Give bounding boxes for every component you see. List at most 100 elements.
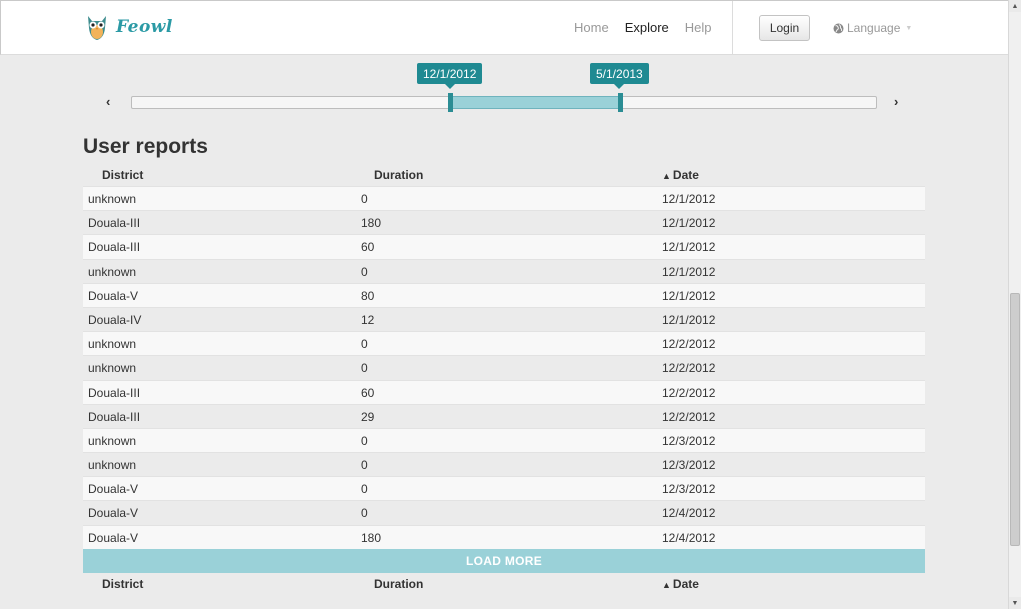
cell-duration: 0 xyxy=(361,192,368,206)
scroll-up-icon[interactable]: ▲ xyxy=(1009,0,1021,12)
cell-district: Douala-V xyxy=(88,530,139,545)
cell-date: 12/1/2012 xyxy=(662,192,716,206)
cell-date: 12/1/2012 xyxy=(662,264,716,279)
cell-district: unknown xyxy=(88,433,137,448)
cell-date: 12/3/2012 xyxy=(662,433,716,448)
cell-date: 12/2/2012 xyxy=(662,409,716,424)
cell-date: 12/4/2012 xyxy=(662,506,716,521)
nav-divider xyxy=(732,1,733,55)
table-header: District Duration ▲ Date xyxy=(83,164,925,186)
caret-down-icon: ▼ xyxy=(905,24,913,32)
nav-home[interactable]: Home xyxy=(574,20,609,35)
cell-district: unknown xyxy=(88,458,137,473)
scroll-down-icon[interactable]: ▼ xyxy=(1009,597,1021,609)
table-row: unknown 0 12/1/2012 xyxy=(83,258,925,283)
slider-end-handle[interactable] xyxy=(618,93,623,112)
cell-duration: 0 xyxy=(361,482,368,497)
cell-duration: 12 xyxy=(361,312,375,327)
nav-help[interactable]: Help xyxy=(685,20,712,35)
main-nav: Home Explore Help xyxy=(574,20,712,35)
cell-date: 12/2/2012 xyxy=(662,361,716,376)
login-button[interactable]: Login xyxy=(759,15,810,41)
reports-table: District Duration ▲ Date unknown 0 12/1/201… xyxy=(83,164,925,595)
cell-duration: 80 xyxy=(361,288,375,303)
cell-district: unknown xyxy=(88,264,137,279)
slider-start-handle[interactable] xyxy=(448,93,453,112)
scrollbar-thumb[interactable] xyxy=(1010,293,1020,546)
cell-duration: 60 xyxy=(361,385,375,400)
cell-duration: 0 xyxy=(361,337,368,352)
cell-district: Douala-III xyxy=(88,216,141,231)
page-title: User reports xyxy=(83,135,208,158)
cell-district: unknown xyxy=(88,361,137,376)
cell-duration: 180 xyxy=(361,530,382,545)
table-row: Douala-III 29 12/2/2012 xyxy=(83,403,925,428)
cell-district: Douala-IV xyxy=(88,312,142,327)
cell-district: unknown xyxy=(88,337,137,352)
sort-up-icon: ▲ xyxy=(662,579,671,590)
cell-duration: 0 xyxy=(361,264,368,279)
end-date-tooltip: 5/1/2013 xyxy=(590,63,649,89)
cell-duration: 29 xyxy=(361,409,375,424)
column-date[interactable]: ▲ Date xyxy=(662,168,699,182)
table-row: Douala-III 60 12/1/2012 xyxy=(83,234,925,259)
table-row: Douala-III 180 12/1/2012 xyxy=(83,210,925,235)
selected-range[interactable] xyxy=(451,96,621,109)
language-dropdown[interactable]: Language ▼ xyxy=(833,21,912,35)
cell-district: Douala-V xyxy=(88,482,139,497)
column-district[interactable]: District xyxy=(102,168,143,182)
table-row: Douala-III 60 12/2/2012 xyxy=(83,379,925,404)
cell-date: 12/3/2012 xyxy=(662,482,716,497)
cell-district: Douala-V xyxy=(88,288,139,303)
table-footer: District Duration ▲ Date xyxy=(83,573,925,595)
table-row: unknown 0 12/3/2012 xyxy=(83,427,925,453)
table-row: unknown 0 12/3/2012 xyxy=(83,452,925,477)
chevron-right-icon[interactable]: › xyxy=(894,94,898,109)
cell-duration: 0 xyxy=(361,506,368,521)
cell-date: 12/2/2012 xyxy=(662,385,716,400)
table-row: unknown 0 12/2/2012 xyxy=(83,355,925,380)
brand-name: Feowl xyxy=(116,17,173,37)
owl-logo-icon xyxy=(88,16,106,40)
cell-district: Douala-III xyxy=(88,240,141,255)
table-row: Douala-IV 12 12/1/2012 xyxy=(83,306,925,332)
cell-date: 12/2/2012 xyxy=(662,337,716,352)
nav-explore[interactable]: Explore xyxy=(625,20,669,35)
table-row: Douala-V 0 12/3/2012 xyxy=(83,476,925,501)
column-date-label: Date xyxy=(672,168,699,182)
start-date-tooltip: 12/1/2012 xyxy=(417,63,483,89)
cell-duration: 0 xyxy=(361,458,368,473)
cell-date: 12/1/2012 xyxy=(662,240,716,255)
cell-district: unknown xyxy=(88,192,137,206)
cell-date: 12/4/2012 xyxy=(662,530,716,545)
cell-date: 12/1/2012 xyxy=(662,288,716,303)
table-row: unknown 0 12/1/2012 xyxy=(83,186,925,211)
page-scrollbar[interactable]: ▲ ▼ xyxy=(1008,0,1021,609)
column-date[interactable]: ▲ Date xyxy=(662,577,699,591)
cell-duration: 180 xyxy=(361,216,382,231)
navbar: Feowl Home Explore Help Login Language ▼ xyxy=(0,0,1008,55)
cell-date: 12/1/2012 xyxy=(662,216,716,231)
table-row: unknown 0 12/2/2012 xyxy=(83,331,925,356)
cell-duration: 0 xyxy=(361,433,368,448)
cell-district: Douala-III xyxy=(88,409,141,424)
cell-district: Douala-III xyxy=(88,385,141,400)
column-duration[interactable]: Duration xyxy=(374,577,423,591)
cell-district: Douala-V xyxy=(88,506,139,521)
table-row: Douala-V 0 12/4/2012 xyxy=(83,500,925,525)
brand-logo[interactable]: Feowl xyxy=(86,12,173,42)
cell-duration: 60 xyxy=(361,240,375,255)
column-duration[interactable]: Duration xyxy=(374,168,423,182)
table-row: Douala-V 180 12/4/2012 xyxy=(83,524,925,549)
cell-date: 12/1/2012 xyxy=(662,312,716,327)
cell-date: 12/3/2012 xyxy=(662,458,716,473)
chevron-left-icon[interactable]: ‹ xyxy=(106,94,110,109)
column-district[interactable]: District xyxy=(102,577,143,591)
load-more-button[interactable]: LOAD MORE xyxy=(83,548,925,573)
column-date-label: Date xyxy=(672,576,699,591)
language-label: Language xyxy=(847,21,901,35)
globe-icon xyxy=(833,23,844,33)
sort-up-icon: ▲ xyxy=(662,171,671,181)
table-body: unknown 0 12/1/2012 Douala-III 180 12/1/2012 D… xyxy=(83,186,925,549)
cell-duration: 0 xyxy=(361,361,368,376)
